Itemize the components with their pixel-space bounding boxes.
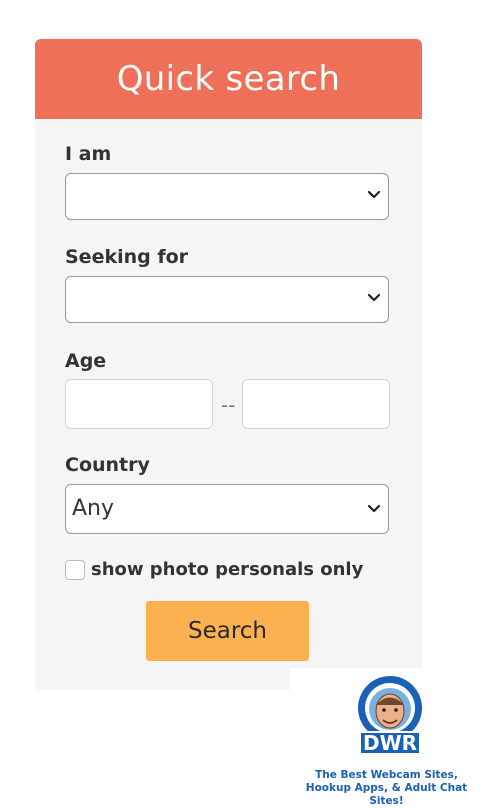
chevron-down-icon (367, 504, 381, 513)
seeking-for-label: Seeking for (65, 246, 189, 268)
chevron-down-icon (367, 293, 381, 302)
dwr-badge-icon: SINCE 2010 DWR (358, 666, 422, 755)
age-separator: -- (221, 393, 236, 417)
country-label: Country (65, 454, 150, 476)
country-value: Any (72, 496, 115, 521)
age-label: Age (65, 350, 107, 372)
logo-brand: DWR (363, 731, 417, 754)
i-am-select[interactable] (65, 173, 389, 220)
logo-tagline-1: The Best Webcam Sites, (315, 769, 458, 781)
seeking-for-select[interactable] (65, 276, 389, 323)
logo-tagline-2: Hookup Apps, & Adult Chat Sites! (305, 782, 468, 807)
photo-only-checkbox[interactable] (65, 560, 85, 580)
dwr-logo[interactable]: SINCE 2010 DWR The Best Webcam Sites, Ho… (290, 666, 483, 807)
i-am-label: I am (65, 143, 112, 165)
age-from-input[interactable] (65, 379, 213, 429)
age-to-input[interactable] (242, 379, 390, 429)
search-button[interactable]: Search (146, 601, 309, 661)
photo-only-label[interactable]: show photo personals only (91, 559, 363, 580)
panel-title: Quick search (116, 59, 341, 99)
country-select[interactable]: Any (65, 484, 389, 534)
chevron-down-icon (367, 190, 381, 199)
quick-search-panel: Quick search I am Seeking for Age -- Cou… (35, 39, 422, 690)
panel-header: Quick search (35, 39, 422, 119)
